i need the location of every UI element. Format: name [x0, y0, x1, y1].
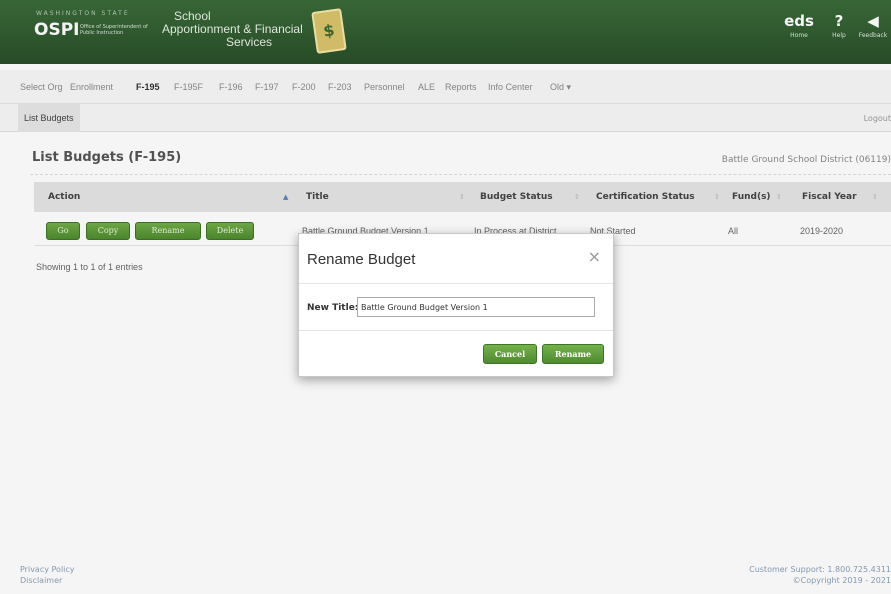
- modal-footer: Cancel Rename: [299, 330, 613, 376]
- new-title-label: New Title:: [307, 303, 359, 313]
- cancel-button[interactable]: Cancel: [483, 344, 537, 364]
- confirm-rename-button[interactable]: Rename: [542, 344, 604, 364]
- modal-title: Rename Budget: [307, 251, 416, 268]
- close-icon[interactable]: ×: [588, 247, 601, 266]
- rename-budget-dialog: Rename Budget × New Title: Cancel Rename: [298, 233, 614, 377]
- new-title-input[interactable]: [357, 297, 595, 317]
- modal-header: Rename Budget ×: [299, 234, 613, 284]
